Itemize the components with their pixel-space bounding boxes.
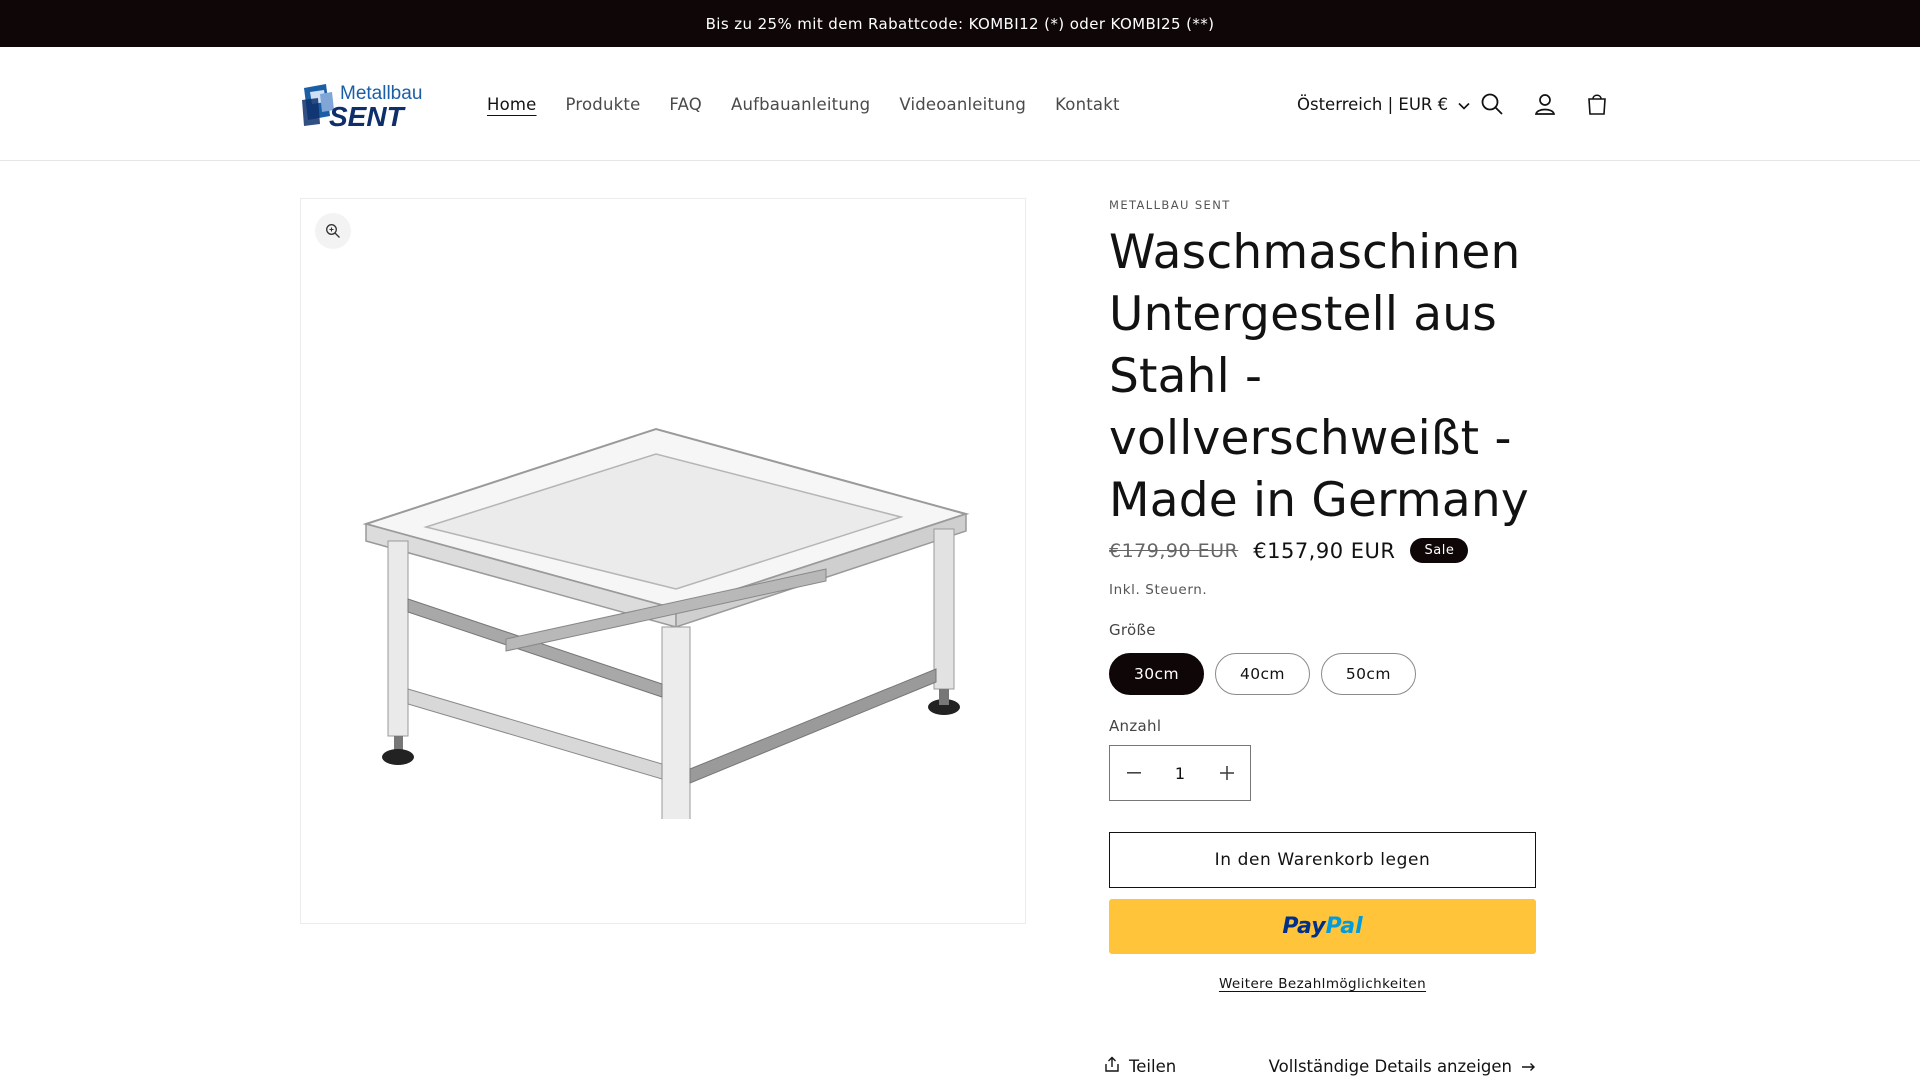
nav-produkte[interactable]: Produkte bbox=[566, 95, 641, 114]
search-icon[interactable] bbox=[1475, 87, 1509, 121]
quantity-label: Anzahl bbox=[1109, 717, 1162, 735]
tax-note: Inkl. Steuern. bbox=[1109, 582, 1208, 598]
logo-text-line2: SENT bbox=[329, 101, 407, 130]
brand-logo[interactable]: Metallbau SENT bbox=[300, 80, 436, 132]
country-selector[interactable]: Österreich | EUR € bbox=[1297, 47, 1470, 161]
sale-badge: Sale bbox=[1410, 538, 1469, 563]
nav-faq[interactable]: FAQ bbox=[669, 95, 702, 114]
size-option-50cm[interactable]: 50cm bbox=[1320, 653, 1416, 695]
product-media[interactable] bbox=[300, 198, 1026, 924]
full-details-label: Vollständige Details anzeigen bbox=[1268, 1056, 1512, 1076]
quantity-stepper: 1 bbox=[1109, 745, 1251, 801]
size-option-40cm[interactable]: 40cm bbox=[1214, 653, 1310, 695]
minus-icon[interactable] bbox=[1110, 746, 1157, 800]
product-info: METALLBAU SENT Waschmaschinen Untergeste… bbox=[1105, 198, 1537, 1076]
more-payment-options-link[interactable]: Weitere Bezahlmöglichkeiten bbox=[1109, 976, 1536, 992]
nav-kontakt[interactable]: Kontakt bbox=[1055, 95, 1120, 114]
full-details-link[interactable]: Vollständige Details anzeigen bbox=[1269, 1057, 1536, 1076]
share-button[interactable]: Teilen bbox=[1105, 1056, 1176, 1076]
main-nav: Home Produkte FAQ Aufbauanleitung Videoa… bbox=[487, 47, 1149, 161]
chevron-down-icon bbox=[1458, 95, 1470, 114]
share-icon bbox=[1105, 1056, 1119, 1076]
product-title: Waschmaschinen Untergestell aus Stahl - … bbox=[1109, 225, 1529, 528]
size-option-30cm[interactable]: 30cm bbox=[1109, 653, 1204, 695]
size-options: 30cm 40cm 50cm bbox=[1109, 653, 1416, 695]
zoom-icon[interactable] bbox=[315, 213, 351, 249]
product-vendor: METALLBAU SENT bbox=[1109, 198, 1231, 212]
price-sale: €157,90 EUR bbox=[1253, 538, 1396, 563]
arrow-right-icon bbox=[1522, 1057, 1536, 1076]
add-to-cart-button[interactable]: In den Warenkorb legen bbox=[1109, 832, 1536, 888]
announcement-text: Bis zu 25% mit dem Rabattcode: KOMBI12 (… bbox=[705, 14, 1215, 33]
cart-icon[interactable] bbox=[1580, 87, 1614, 121]
paypal-button[interactable]: PayPal bbox=[1109, 899, 1536, 954]
price-regular: €179,90 EUR bbox=[1109, 539, 1239, 562]
product-image bbox=[362, 427, 970, 819]
country-label: Österreich | EUR € bbox=[1297, 94, 1449, 114]
announcement-bar: Bis zu 25% mit dem Rabattcode: KOMBI12 (… bbox=[0, 0, 1920, 47]
site-header: Metallbau SENT Home Produkte FAQ Aufbaua… bbox=[0, 47, 1920, 161]
nav-videoanleitung[interactable]: Videoanleitung bbox=[899, 95, 1026, 114]
price-row: €179,90 EUR €157,90 EUR Sale bbox=[1109, 538, 1469, 563]
account-icon[interactable] bbox=[1528, 87, 1562, 121]
quantity-input[interactable]: 1 bbox=[1157, 764, 1203, 783]
product-actions: Teilen Vollständige Details anzeigen bbox=[1105, 1056, 1536, 1076]
plus-icon[interactable] bbox=[1203, 746, 1250, 800]
size-label: Größe bbox=[1109, 621, 1156, 639]
nav-home[interactable]: Home bbox=[487, 95, 537, 114]
paypal-logo: PayPal bbox=[1282, 914, 1363, 939]
nav-aufbauanleitung[interactable]: Aufbauanleitung bbox=[731, 95, 870, 114]
share-label: Teilen bbox=[1129, 1056, 1177, 1076]
